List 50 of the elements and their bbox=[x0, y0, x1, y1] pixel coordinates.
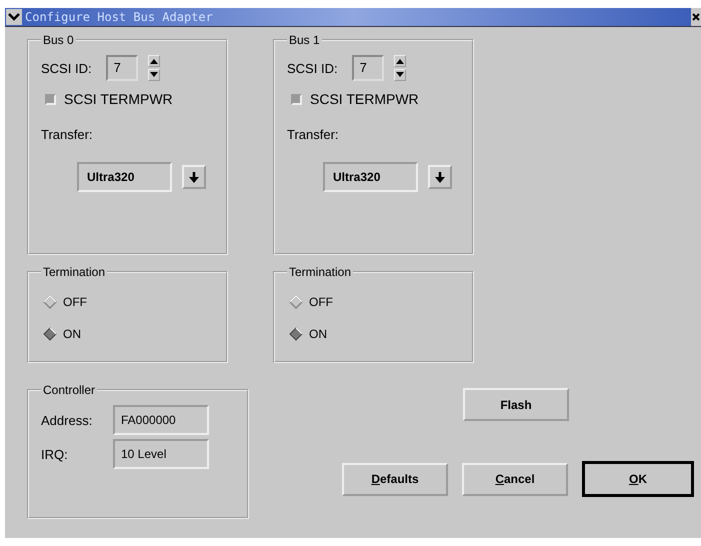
dialog-button[interactable]: Flash bbox=[463, 388, 569, 421]
radio-label: ON bbox=[309, 327, 327, 341]
checkbox-label: SCSI TERMPWR bbox=[64, 91, 173, 107]
group-title: Controller bbox=[42, 383, 96, 397]
window-title: Configure Host Bus Adapter bbox=[25, 10, 214, 24]
dialog-button[interactable]: OK bbox=[582, 461, 694, 497]
spin-up-button[interactable] bbox=[394, 55, 406, 67]
field-label: Transfer: bbox=[287, 127, 340, 142]
text-field[interactable]: FA000000 bbox=[113, 405, 209, 435]
radio-label: OFF bbox=[309, 295, 333, 309]
radio-button[interactable] bbox=[289, 295, 303, 309]
down-arrow-icon bbox=[150, 72, 158, 78]
spin-down-button[interactable] bbox=[394, 69, 406, 81]
down-arrow-icon bbox=[396, 72, 404, 78]
dialog-button[interactable]: Defaults bbox=[342, 462, 448, 496]
group-title: Termination bbox=[42, 265, 106, 279]
group-title: Termination bbox=[288, 265, 352, 279]
dropdown-field[interactable]: Ultra320 bbox=[77, 162, 172, 192]
field-label: IRQ: bbox=[41, 446, 69, 462]
down-arrow-icon bbox=[189, 172, 199, 182]
dropdown-button[interactable] bbox=[182, 165, 206, 189]
spin-up-button[interactable] bbox=[148, 55, 160, 67]
radio-label: ON bbox=[63, 327, 81, 341]
group-title: Bus 1 bbox=[288, 33, 321, 47]
dropdown-field[interactable]: Ultra320 bbox=[323, 162, 418, 192]
field-label: SCSI ID: bbox=[41, 60, 92, 76]
group-title: Bus 0 bbox=[42, 33, 75, 47]
checkbox[interactable] bbox=[45, 94, 56, 104]
close-icon bbox=[692, 13, 700, 21]
down-arrow-icon bbox=[435, 172, 445, 182]
radio-button[interactable] bbox=[289, 327, 303, 341]
field-label: Address: bbox=[41, 412, 94, 428]
text-field[interactable]: 10 Level bbox=[113, 439, 209, 469]
field-label: SCSI ID: bbox=[287, 60, 338, 76]
window-menu-button[interactable] bbox=[6, 9, 22, 25]
spin-field[interactable]: 7 bbox=[106, 55, 138, 81]
chevron-down-icon bbox=[8, 13, 20, 21]
up-arrow-icon bbox=[150, 58, 158, 64]
field-label: Transfer: bbox=[41, 127, 94, 142]
close-button[interactable] bbox=[691, 8, 701, 26]
up-arrow-icon bbox=[396, 58, 404, 64]
radio-button[interactable] bbox=[43, 327, 57, 341]
checkbox-label: SCSI TERMPWR bbox=[310, 91, 419, 107]
spin-field[interactable]: 7 bbox=[352, 55, 384, 81]
checkbox[interactable] bbox=[291, 94, 302, 104]
radio-button[interactable] bbox=[43, 295, 57, 309]
spin-down-button[interactable] bbox=[148, 69, 160, 81]
dropdown-button[interactable] bbox=[428, 165, 452, 189]
radio-label: OFF bbox=[63, 295, 87, 309]
dialog-button[interactable]: Cancel bbox=[462, 462, 568, 496]
